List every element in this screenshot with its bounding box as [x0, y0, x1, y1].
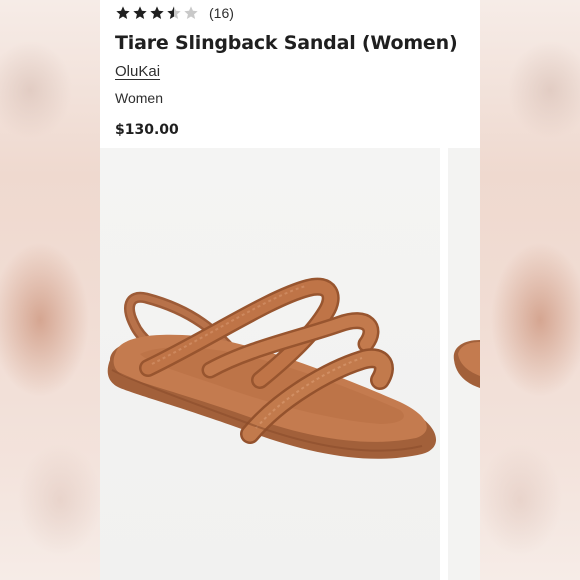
- product-info: (16) Tiare Slingback Sandal (Women) OluK…: [100, 0, 480, 148]
- sandal-peek-illustration: [453, 340, 480, 388]
- image-divider: [440, 148, 448, 580]
- star-full-icon: [133, 6, 147, 19]
- star-full-icon: [116, 6, 130, 19]
- star-full-icon: [150, 6, 164, 19]
- star-rating[interactable]: (16): [115, 5, 234, 21]
- screenshot-canvas: (16) Tiare Slingback Sandal (Women) OluK…: [0, 0, 580, 580]
- department-label: Women: [115, 90, 163, 106]
- brand-link[interactable]: OluKai: [115, 63, 160, 80]
- product-price: $130.00: [115, 122, 179, 138]
- star-empty-icon: [184, 6, 198, 19]
- sandal-illustration: [107, 277, 437, 459]
- product-title: Tiare Slingback Sandal (Women): [115, 32, 458, 54]
- review-count[interactable]: (16): [209, 5, 234, 21]
- next-product-image-peek[interactable]: [448, 148, 480, 580]
- blurred-background-left: [0, 0, 100, 580]
- star-half-icon: [167, 6, 181, 19]
- product-image[interactable]: [100, 148, 440, 580]
- blurred-background-right: [480, 0, 580, 580]
- product-card: (16) Tiare Slingback Sandal (Women) OluK…: [100, 0, 480, 580]
